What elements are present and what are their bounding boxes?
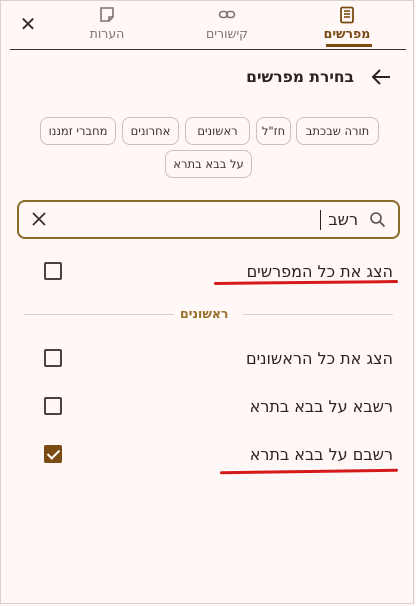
close-icon[interactable] [31,211,47,227]
link-icon [218,10,236,19]
filter-chip-acharonim[interactable]: אחרונים [122,117,179,145]
rashba-checkbox[interactable] [44,397,62,415]
note-icon [100,7,114,22]
filter-chip-bava-batra[interactable]: על בבא בתרא [165,150,252,178]
search-icon [370,212,386,228]
tab-links-label: קישורים [205,26,249,41]
search-input[interactable]: רשב [17,200,400,239]
back-arrow-icon[interactable] [370,66,392,88]
tab-commentators-label: מפרשים [323,26,371,41]
rashbam-checkbox[interactable] [44,445,62,463]
filter-chip-torah[interactable]: תורה שבכתב [296,117,379,145]
filter-chip-rishonim[interactable]: ראשונים [185,117,250,145]
search-value: רשב [328,210,358,229]
section-divider-right [243,314,393,315]
show-all-commentators-checkbox[interactable] [44,262,62,280]
tab-notes[interactable]: הערות [72,6,142,46]
filter-chip-contemporary[interactable]: מחברי זמננו [40,117,116,145]
active-tab-indicator [326,44,372,47]
tab-links[interactable]: קישורים [192,6,262,46]
section-title-rishonim: ראשונים [180,306,229,321]
tab-notes-label: הערות [89,26,125,41]
rashbam-label[interactable]: רשבם על בבא בתרא [250,445,393,464]
text-cursor [319,210,321,230]
show-all-commentators-label[interactable]: הצג את כל המפרשים [247,262,393,281]
show-all-rishonim-label[interactable]: הצג את כל הראשונים [246,349,393,368]
section-divider-left [24,314,174,315]
tab-commentators[interactable]: מפרשים [312,6,382,46]
rashba-label[interactable]: רשבא על בבא בתרא [250,397,393,416]
page-title: בחירת מפרשים [246,68,354,86]
close-icon[interactable]: ✕ [18,14,38,34]
show-all-rishonim-checkbox[interactable] [44,349,62,367]
filter-chip-chazal[interactable]: חז"ל [256,117,291,145]
book-icon [340,6,354,24]
panel-frame [0,0,414,604]
